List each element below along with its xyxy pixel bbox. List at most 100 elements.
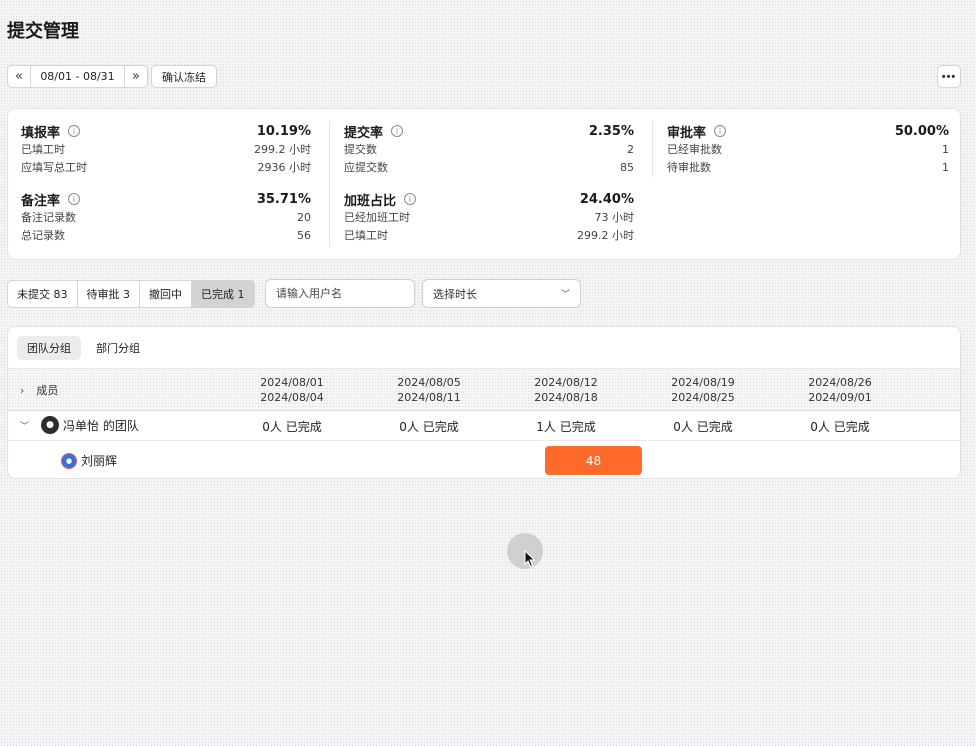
stat-row-label: 已填工时 bbox=[21, 143, 65, 156]
member-name: 刘丽辉 bbox=[81, 454, 118, 468]
double-chevron-left-icon[interactable]: « bbox=[8, 66, 31, 87]
week-end: 2024/08/11 bbox=[397, 391, 461, 404]
stat-row-label: 备注记录数 bbox=[21, 211, 76, 224]
chevron-right-icon[interactable]: › bbox=[20, 384, 24, 397]
stat-name: 提交率 bbox=[344, 125, 384, 141]
stat-row: 应填写总工时 2936 小时 bbox=[21, 158, 311, 176]
info-icon[interactable]: i bbox=[391, 125, 404, 137]
week-column-header: 2024/08/05 2024/08/11 bbox=[379, 375, 479, 405]
tab-team-group[interactable]: 团队分组 bbox=[17, 336, 81, 360]
submission-table: 团队分组 部门分组 › 成员 2024/08/01 2024/08/04 2024… bbox=[7, 326, 961, 479]
stat-divider bbox=[329, 121, 330, 247]
stat-row-label: 总记录数 bbox=[21, 229, 65, 242]
info-icon[interactable]: i bbox=[68, 193, 81, 205]
tab-unsubmitted[interactable]: 未提交 83 bbox=[8, 281, 78, 307]
tab-completed[interactable]: 已完成 1 bbox=[192, 281, 254, 307]
team-name: 冯单怡 的团队 bbox=[63, 418, 139, 433]
week-column-header: 2024/08/01 2024/08/04 bbox=[242, 375, 342, 405]
stat-row: 待审批数 1 bbox=[667, 158, 949, 176]
stat-row: 备注记录数 20 bbox=[21, 208, 311, 226]
week-start: 2024/08/05 bbox=[397, 376, 461, 389]
stat-row-label: 已经审批数 bbox=[667, 143, 722, 156]
team-week-cell[interactable]: 0人 已完成 bbox=[790, 418, 890, 435]
member-column-header[interactable]: › 成员 bbox=[20, 382, 58, 398]
team-label[interactable]: ﹀ ● 冯单怡 的团队 bbox=[20, 416, 139, 434]
stat-percent: 2.35% bbox=[588, 123, 634, 139]
stat-row: 已经加班工时 73 小时 bbox=[344, 208, 634, 226]
stat-row-label: 待审批数 bbox=[667, 161, 711, 174]
stat-submit-rate: 提交率 i 2.35% 提交数 2 应提交数 85 bbox=[344, 122, 634, 176]
stat-row-label: 应填写总工时 bbox=[21, 161, 87, 174]
stat-fill-rate: 填报率 i 10.19% 已填工时 299.2 小时 应填写总工时 2936 小时 bbox=[21, 122, 311, 176]
team-week-cell[interactable]: 0人 已完成 bbox=[379, 418, 479, 435]
stat-row: 提交数 2 bbox=[344, 140, 634, 158]
hours-badge[interactable]: 48 bbox=[545, 446, 642, 475]
team-week-cell[interactable]: 0人 已完成 bbox=[242, 418, 342, 435]
week-start: 2024/08/01 bbox=[260, 376, 324, 389]
stat-row: 已经审批数 1 bbox=[667, 140, 949, 158]
stat-row-value: 85 bbox=[620, 160, 634, 174]
tab-withdrawing[interactable]: 撤回中 bbox=[140, 281, 192, 307]
stat-percent: 50.00% bbox=[894, 123, 949, 139]
week-end: 2024/09/01 bbox=[808, 391, 872, 404]
stat-name: 备注率 bbox=[21, 193, 61, 209]
stat-approve-rate: 审批率 i 50.00% 已经审批数 1 待审批数 1 bbox=[667, 122, 949, 176]
stat-row-value: 73 小时 bbox=[594, 211, 635, 224]
team-row[interactable]: ﹀ ● 冯单怡 的团队 0人 已完成 0人 已完成 1人 已完成 0人 已完成 … bbox=[8, 411, 960, 441]
info-icon[interactable]: i bbox=[404, 193, 417, 205]
confirm-freeze-button[interactable]: 确认冻结 bbox=[151, 65, 217, 88]
date-range-picker[interactable]: « 08/01 - 08/31 » bbox=[7, 65, 148, 88]
stat-row-label: 已经加班工时 bbox=[344, 211, 410, 224]
week-end: 2024/08/04 bbox=[260, 391, 324, 404]
stat-row-value: 2936 小时 bbox=[257, 161, 312, 174]
duration-select-value: 选择时长 bbox=[433, 287, 477, 301]
stat-row-label: 提交数 bbox=[344, 143, 377, 156]
tab-pending-approval[interactable]: 待审批 3 bbox=[78, 281, 140, 307]
stat-name: 加班占比 bbox=[344, 193, 397, 209]
stat-percent: 10.19% bbox=[256, 123, 311, 139]
team-week-cell[interactable]: 1人 已完成 bbox=[516, 418, 616, 435]
stat-name: 审批率 bbox=[667, 125, 707, 141]
table-header: › 成员 2024/08/01 2024/08/04 2024/08/05 2024… bbox=[8, 368, 960, 411]
week-column-header: 2024/08/19 2024/08/25 bbox=[653, 375, 753, 405]
stat-divider bbox=[652, 121, 653, 177]
stat-row-label: 应提交数 bbox=[344, 161, 388, 174]
page-title: 提交管理 bbox=[7, 21, 79, 42]
stat-row-value: 299.2 小时 bbox=[577, 229, 634, 242]
stat-row: 总记录数 56 bbox=[21, 226, 311, 244]
week-column-header: 2024/08/26 2024/09/01 bbox=[790, 375, 890, 405]
stat-note-rate: 备注率 i 35.71% 备注记录数 20 总记录数 56 bbox=[21, 190, 311, 244]
username-search-input[interactable] bbox=[265, 279, 415, 308]
status-tabs: 未提交 83 待审批 3 撤回中 已完成 1 bbox=[7, 280, 255, 308]
week-start: 2024/08/19 bbox=[671, 376, 735, 389]
stat-row-value: 299.2 小时 bbox=[254, 143, 311, 156]
stat-row-value: 20 bbox=[297, 210, 311, 224]
chevron-down-icon: ﹀ bbox=[560, 290, 570, 300]
mouse-cursor-icon bbox=[524, 550, 536, 568]
date-range-text[interactable]: 08/01 - 08/31 bbox=[31, 66, 124, 87]
team-week-cell[interactable]: 0人 已完成 bbox=[653, 418, 753, 435]
tab-department-group[interactable]: 部门分组 bbox=[86, 336, 150, 360]
stat-row-label: 已填工时 bbox=[344, 229, 388, 242]
stat-row-value: 1 bbox=[942, 160, 949, 174]
member-row[interactable]: ● 刘丽辉 48 bbox=[8, 442, 960, 478]
double-chevron-right-icon[interactable]: » bbox=[124, 66, 147, 87]
stat-overtime-ratio: 加班占比 i 24.40% 已经加班工时 73 小时 已填工时 299.2 小时 bbox=[344, 190, 634, 244]
info-icon[interactable]: i bbox=[714, 125, 727, 137]
more-icon[interactable]: ••• bbox=[937, 65, 961, 88]
chevron-down-icon[interactable]: ﹀ bbox=[20, 419, 29, 432]
info-icon[interactable]: i bbox=[68, 125, 81, 137]
stat-row: 应提交数 85 bbox=[344, 158, 634, 176]
week-end: 2024/08/18 bbox=[534, 391, 598, 404]
stat-percent: 24.40% bbox=[579, 191, 634, 207]
week-start: 2024/08/12 bbox=[534, 376, 598, 389]
stat-row: 已填工时 299.2 小时 bbox=[21, 140, 311, 158]
stat-row: 已填工时 299.2 小时 bbox=[344, 226, 634, 244]
stat-row-value: 56 bbox=[297, 228, 311, 242]
week-end: 2024/08/25 bbox=[671, 391, 735, 404]
week-column-header: 2024/08/12 2024/08/18 bbox=[516, 375, 616, 405]
avatar: ● bbox=[61, 452, 77, 469]
member-label[interactable]: ● 刘丽辉 bbox=[61, 452, 117, 469]
stat-row-value: 1 bbox=[942, 142, 949, 156]
duration-select[interactable]: 选择时长 ﹀ bbox=[422, 279, 581, 308]
